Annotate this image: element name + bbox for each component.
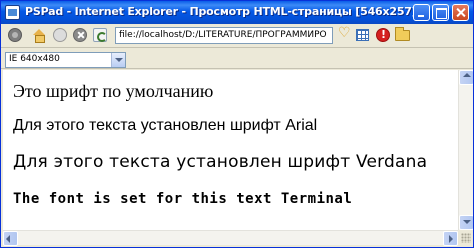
text-arial-font: Для этого текста установлен шрифт Arial	[13, 117, 318, 134]
size-bar: IE 640x480	[1, 49, 473, 69]
page-preview: Это шрифт по умолчанию Для этого текста …	[3, 70, 458, 230]
maximize-button[interactable]	[432, 4, 449, 21]
home-icon[interactable]	[33, 29, 45, 43]
close-button[interactable]	[452, 4, 469, 21]
chevron-down-icon[interactable]	[111, 53, 125, 67]
text-terminal-font: The font is set for this text Terminal	[13, 191, 353, 207]
scroll-up-icon[interactable]	[459, 70, 473, 85]
view-size-value: IE 640x480	[9, 54, 60, 64]
horizontal-scrollbar[interactable]	[3, 230, 458, 246]
window-title: PSPad - Internet Explorer - Просмотр HTM…	[25, 5, 417, 18]
vertical-scrollbar[interactable]	[458, 70, 473, 230]
resize-grip-icon[interactable]	[461, 233, 471, 243]
text-default-font: Это шрифт по умолчанию	[13, 81, 214, 101]
minimize-button[interactable]	[413, 4, 430, 21]
refresh-icon[interactable]	[93, 28, 107, 42]
app-icon[interactable]	[5, 5, 20, 20]
folder-icon[interactable]	[395, 27, 410, 41]
favorite-icon[interactable]	[338, 25, 352, 42]
back-icon[interactable]	[8, 28, 22, 42]
grid-icon[interactable]	[356, 29, 369, 41]
error-icon[interactable]	[376, 28, 390, 42]
forward-icon[interactable]	[53, 28, 67, 42]
address-field[interactable]: file://localhost/D:/LITERATURE/ПРОГРАММИ…	[115, 27, 333, 44]
text-verdana-font: Для этого текста установлен шрифт Verdan…	[13, 152, 428, 172]
scroll-right-icon[interactable]	[443, 231, 458, 246]
toolbar: file://localhost/D:/LITERATURE/ПРОГРАММИ…	[1, 24, 473, 48]
stop-icon[interactable]	[73, 28, 87, 42]
scroll-down-icon[interactable]	[459, 215, 473, 230]
view-size-select[interactable]: IE 640x480	[5, 52, 126, 68]
browser-window: PSPad - Internet Explorer - Просмотр HTM…	[0, 0, 474, 248]
scroll-left-icon[interactable]	[3, 231, 18, 246]
title-bar[interactable]: PSPad - Internet Explorer - Просмотр HTM…	[1, 1, 473, 24]
